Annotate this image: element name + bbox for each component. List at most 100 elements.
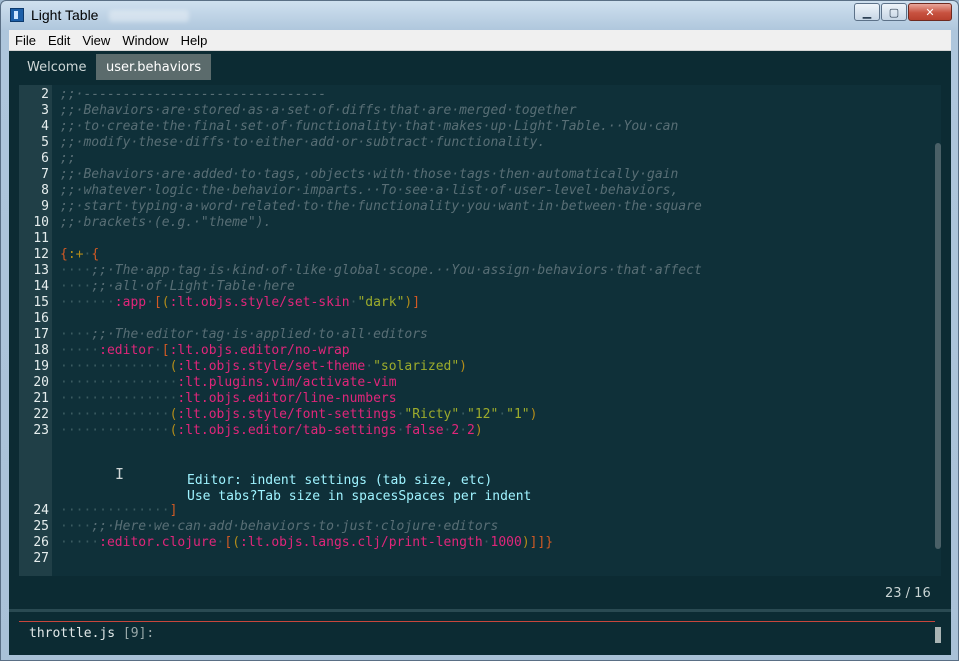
code-token: ;;·all·of·Light·Table·here [91, 279, 295, 294]
line-number: 25 [33, 519, 49, 534]
code-token: { [91, 247, 100, 262]
code-line: ····;;·The·editor·tag·is·applied·to·all·… [60, 327, 428, 343]
line-number: 12 [33, 247, 49, 262]
line-number: 3 [41, 103, 49, 118]
menu-edit[interactable]: Edit [42, 33, 76, 48]
line-number: 11 [33, 231, 49, 246]
code-token: 2 [451, 423, 460, 438]
code-token: ) [474, 423, 483, 438]
code-token: ) [459, 359, 467, 374]
line-number: 7 [41, 167, 49, 182]
line-number: 19 [33, 359, 49, 374]
code-token: · [365, 359, 374, 374]
code-token: ··············· [60, 391, 178, 406]
line-number: 4 [41, 119, 49, 134]
line-number: 15 [33, 295, 49, 310]
code-token: ) [529, 407, 538, 422]
code-token: :editor.clojure [99, 535, 217, 550]
code-token: ] [169, 503, 178, 518]
code-token: ] [412, 295, 421, 310]
tab-welcome[interactable]: Welcome [17, 54, 96, 80]
code-token: ;; [60, 151, 76, 166]
line-number: 24 [33, 503, 49, 518]
code-line: ;;·brackets·(e.g.·"theme"). [60, 215, 271, 231]
console-file-name: throttle.js [29, 626, 116, 641]
code-token: } [545, 535, 554, 550]
code-line: ·····:editor.clojure·[(:lt.objs.langs.cl… [60, 535, 553, 551]
code-token: ·············· [60, 423, 170, 438]
application-window: Light Table ▁ ▢ ✕ File Edit View Window … [0, 0, 959, 661]
code-token: ) [521, 535, 530, 550]
menu-help[interactable]: Help [175, 33, 214, 48]
code-token: :+ [67, 247, 84, 262]
code-token: [ [161, 343, 170, 358]
line-number: 22 [33, 407, 49, 422]
code-line: ·······:app·[(:lt.objs.style/set-skin·"d… [60, 295, 420, 311]
tab-user-behaviors[interactable]: user.behaviors [96, 54, 212, 80]
window-title: Light Table [31, 7, 99, 23]
code-line: ;;·modify·these·diffs·to·either·add·or·s… [60, 135, 545, 151]
code-token: ( [232, 535, 241, 550]
code-line: ;;·to·create·the·final·set·of·functional… [60, 119, 678, 135]
menu-file[interactable]: File [9, 33, 42, 48]
editor-scrollbar[interactable] [935, 143, 941, 549]
close-button[interactable]: ✕ [908, 3, 952, 21]
inline-widget-title: Editor: indent settings (tab size, etc) [187, 473, 493, 488]
code-token: ····· [60, 535, 100, 550]
cursor-position: 23 / 16 [885, 586, 931, 601]
app-area: Welcome user.behaviors 2 3 4 5 6 7 8 9 10 11 12 13 1… [9, 51, 951, 655]
line-number: 27 [33, 551, 49, 566]
code-token: ;;·Behaviors·are·added·to·tags,·objects·… [60, 167, 679, 182]
mouse-ibeam-cursor-icon: I [115, 465, 125, 483]
console-entry[interactable]: throttle.js [9]: [29, 626, 154, 641]
console-panel: throttle.js [9]: [9, 612, 951, 655]
maximize-button[interactable]: ▢ [881, 3, 907, 21]
code-token: :lt.objs.langs.clj/print-length [240, 535, 483, 550]
code-token: ···· [60, 279, 92, 294]
code-line: ·····:editor·[:lt.objs.editor/no-wrap [60, 343, 350, 359]
code-token: ······· [60, 295, 115, 310]
code-line: ····;;·all·of·Light·Table·here [60, 279, 295, 295]
code-token: { [60, 247, 68, 262]
code-token: ;;·The·app·tag·is·kind·of·like·global·sc… [91, 263, 702, 278]
line-number: 16 [33, 311, 49, 326]
code-line: ;;·Behaviors·are·stored·as·a·set·of·diff… [60, 103, 577, 119]
line-number: 21 [33, 391, 49, 406]
code-token: "1" [506, 407, 530, 422]
code-token: ]] [529, 535, 546, 550]
line-number: 13 [33, 263, 49, 278]
menu-window[interactable]: Window [116, 33, 174, 48]
line-number: 17 [33, 327, 49, 342]
title-ghost [109, 10, 189, 22]
code-token: :app [114, 295, 147, 310]
code-line: ···············:lt.objs.editor/line-numb… [60, 391, 397, 407]
code-line: ··············(:lt.objs.editor/tab-setti… [60, 423, 483, 439]
inline-widget-options[interactable]: Use tabs?Tab size in spacesSpaces per in… [187, 489, 531, 505]
code-token: false [404, 423, 444, 438]
code-token: [ [153, 295, 162, 310]
code-token: 2 [467, 423, 475, 438]
code-token: ;;·to·create·the·final·set·of·functional… [60, 119, 679, 134]
code-line: ;; [60, 151, 76, 167]
code-token: :lt.objs.style/font-settings [177, 407, 397, 422]
code-token: · [153, 343, 162, 358]
line-number: 14 [33, 279, 49, 294]
code-line: ;;·------------------------------- [60, 87, 326, 103]
code-editor[interactable]: 2 3 4 5 6 7 8 9 10 11 12 13 14 15 16 17 18 19 20 21 22 23 24 25… [19, 85, 941, 576]
tab-bar: Welcome user.behaviors [9, 51, 951, 83]
line-number: 2 [41, 87, 49, 102]
menu-view[interactable]: View [76, 33, 116, 48]
code-token: :lt.objs.style/set-skin [169, 295, 350, 310]
light-table-logo-icon [10, 8, 24, 22]
code-line: ;;·whatever·logic·the·behavior·imparts.·… [60, 183, 678, 199]
code-token: ···· [60, 327, 92, 342]
code-token: · [482, 535, 491, 550]
title-bar[interactable]: Light Table ▁ ▢ ✕ [1, 1, 958, 29]
console-scrollbar[interactable] [935, 627, 941, 643]
console-error-line [19, 621, 935, 622]
code-token: :editor [99, 343, 154, 358]
code-token: :lt.objs.editor/tab-settings [177, 423, 397, 438]
line-number-gutter: 2 3 4 5 6 7 8 9 10 11 12 13 14 15 16 17 18 19 20 21 22 23 24 25… [19, 85, 52, 576]
code-token: ··············· [60, 375, 178, 390]
minimize-button[interactable]: ▁ [854, 3, 880, 21]
